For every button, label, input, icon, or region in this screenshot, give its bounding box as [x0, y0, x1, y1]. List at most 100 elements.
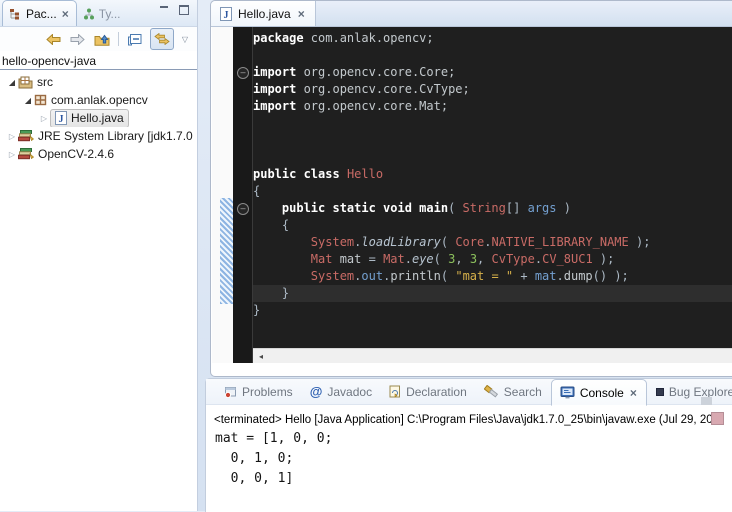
editor-tab-label: Hello.java: [238, 7, 291, 21]
package-explorer-tree: ◢src◢com.anlak.opencv ▷ J Hello.java ▷ JRE Sy…: [0, 70, 197, 163]
collapse-all-button[interactable]: [126, 29, 143, 49]
view-menu-button[interactable]: ▽: [181, 29, 189, 49]
view-window-buttons: [158, 5, 189, 16]
editor-tabstrip: J Hello.java ×: [211, 1, 732, 27]
bottom-tabbar: Problems @Javadoc Declaration Search Console…: [206, 379, 732, 405]
tab-label: Javadoc: [327, 385, 372, 399]
toolbar-separator: [118, 32, 119, 46]
code-editor[interactable]: package com.anlak.opencv; import org.open…: [253, 27, 732, 348]
tree-twistie-icon[interactable]: ▷: [6, 150, 18, 159]
tree-item-hello-java[interactable]: ▷ J Hello.java: [0, 109, 197, 127]
code-line: import org.opencv.core.CvType;: [253, 81, 732, 98]
arrow-right-icon: [70, 34, 85, 45]
tab-label: Problems: [242, 385, 293, 399]
code-line: {: [253, 183, 732, 200]
code-line: [253, 115, 732, 132]
tree-item-label: OpenCV-2.4.6: [38, 147, 114, 161]
minimize-button[interactable]: [158, 5, 169, 16]
svg-text:J: J: [224, 10, 229, 21]
tree-item-label: JRE System Library [jdk1.7.0: [38, 129, 193, 143]
tab-javadoc[interactable]: @Javadoc: [302, 380, 380, 404]
close-icon[interactable]: ×: [297, 9, 306, 19]
package-explorer-icon: [9, 8, 22, 20]
tree-item-jre-system-library-jdk1-7-0[interactable]: ▷ JRE System Library [jdk1.7.0: [0, 127, 197, 145]
tree-twistie-icon[interactable]: ◢: [22, 96, 34, 105]
code-line: package com.anlak.opencv;: [253, 30, 732, 47]
tree-twistie-icon[interactable]: ▷: [38, 114, 50, 123]
maximize-icon: [179, 5, 189, 15]
code-line: {: [253, 217, 732, 234]
tab-declaration[interactable]: Declaration: [381, 380, 475, 404]
console-output-line: 0, 1, 0;: [215, 449, 732, 469]
java-file-icon: J: [220, 7, 232, 21]
package-icon: [34, 94, 47, 106]
tree-twistie-icon[interactable]: ▷: [6, 132, 18, 141]
code-line: }: [253, 302, 732, 319]
code-line: import org.opencv.core.Core;: [253, 64, 732, 81]
tree-item-com-anlak-opencv[interactable]: ◢com.anlak.opencv: [0, 91, 197, 109]
console-output[interactable]: mat = [1, 0, 0; 0, 1, 0; 0, 0, 1]: [215, 429, 732, 489]
close-icon[interactable]: ×: [61, 9, 70, 19]
package-explorer-tabbar: Pac... × Ty...: [0, 0, 197, 27]
tab-console[interactable]: Console ×: [551, 379, 647, 406]
editor-code-column: package com.anlak.opencv; import org.open…: [253, 27, 732, 363]
search-icon: [484, 385, 499, 398]
package-explorer-view: Pac... × Ty... ▽: [0, 0, 198, 511]
tree-item-label: Hello.java: [71, 111, 124, 125]
range-indicator: [220, 198, 233, 304]
tab-bug-explorer[interactable]: Bug Explorer: [648, 380, 732, 404]
link-editor-icon: [154, 33, 170, 45]
link-with-editor-button[interactable]: [150, 28, 174, 50]
chevron-down-icon: ▽: [182, 35, 188, 44]
folder-up-icon: [94, 33, 110, 46]
fold-collapse-icon[interactable]: –: [237, 67, 249, 79]
code-line: System.out.println( "mat = " + mat.dump(…: [253, 268, 732, 285]
tab-problems[interactable]: Problems: [216, 380, 301, 404]
horizontal-scrollbar[interactable]: ◂: [253, 348, 732, 363]
annotation-ruler[interactable]: [212, 27, 233, 363]
tab-label: Ty...: [99, 7, 121, 21]
scroll-left-arrow-icon[interactable]: ◂: [253, 350, 269, 363]
fold-collapse-icon[interactable]: –: [237, 203, 249, 215]
tab-search[interactable]: Search: [476, 380, 550, 404]
code-line: import org.opencv.core.Mat;: [253, 98, 732, 115]
java-file-icon: J: [55, 111, 67, 125]
svg-text:J: J: [59, 114, 64, 125]
tab-package-explorer[interactable]: Pac... ×: [2, 0, 77, 26]
code-line: [253, 47, 732, 64]
tab-label: Pac...: [26, 7, 57, 21]
editor-tab-hello-java[interactable]: J Hello.java ×: [211, 1, 316, 26]
code-line: Mat mat = Mat.eye( 3, 3, CvType.CV_8UC1 …: [253, 251, 732, 268]
maximize-button[interactable]: [178, 5, 189, 16]
folding-gutter[interactable]: ––: [233, 27, 253, 363]
tree-twistie-icon[interactable]: ◢: [6, 78, 18, 87]
tab-label: Console: [580, 386, 624, 400]
declaration-icon: [389, 385, 401, 398]
console-output-line: 0, 0, 1]: [215, 469, 732, 489]
source-folder-icon: [18, 76, 33, 89]
bottom-panel: Problems @Javadoc Declaration Search Console…: [205, 378, 732, 512]
tree-item-opencv-2-4-6[interactable]: ▷ OpenCV-2.4.6: [0, 145, 197, 163]
back-button[interactable]: [45, 29, 62, 49]
console-toolbar-partial-icon[interactable]: [701, 397, 712, 405]
type-hierarchy-icon: [83, 8, 95, 20]
library-icon: [18, 130, 34, 142]
code-line: System.loadLibrary( Core.NATIVE_LIBRARY_…: [253, 234, 732, 251]
forward-button[interactable]: [69, 29, 86, 49]
console-toolbar-icon[interactable]: [711, 412, 724, 425]
close-icon[interactable]: ×: [629, 388, 638, 398]
go-into-button[interactable]: [93, 29, 111, 49]
code-line: [253, 149, 732, 166]
project-label: hello-opencv-java: [0, 51, 197, 70]
problems-icon: [224, 386, 237, 398]
arrow-left-icon: [46, 34, 61, 45]
tab-label: Declaration: [406, 385, 467, 399]
code-line: public static void main( String[] args ): [253, 200, 732, 217]
tree-item-src[interactable]: ◢src: [0, 73, 197, 91]
console-title: <terminated> Hello [Java Application] C:…: [214, 414, 732, 426]
tab-type-hierarchy[interactable]: Ty...: [77, 2, 127, 26]
tree-selection[interactable]: J Hello.java: [50, 109, 129, 127]
code-line: [253, 132, 732, 149]
editor-body: –– package com.anlak.opencv;import org.o…: [212, 27, 732, 363]
tab-label: Search: [504, 385, 542, 399]
